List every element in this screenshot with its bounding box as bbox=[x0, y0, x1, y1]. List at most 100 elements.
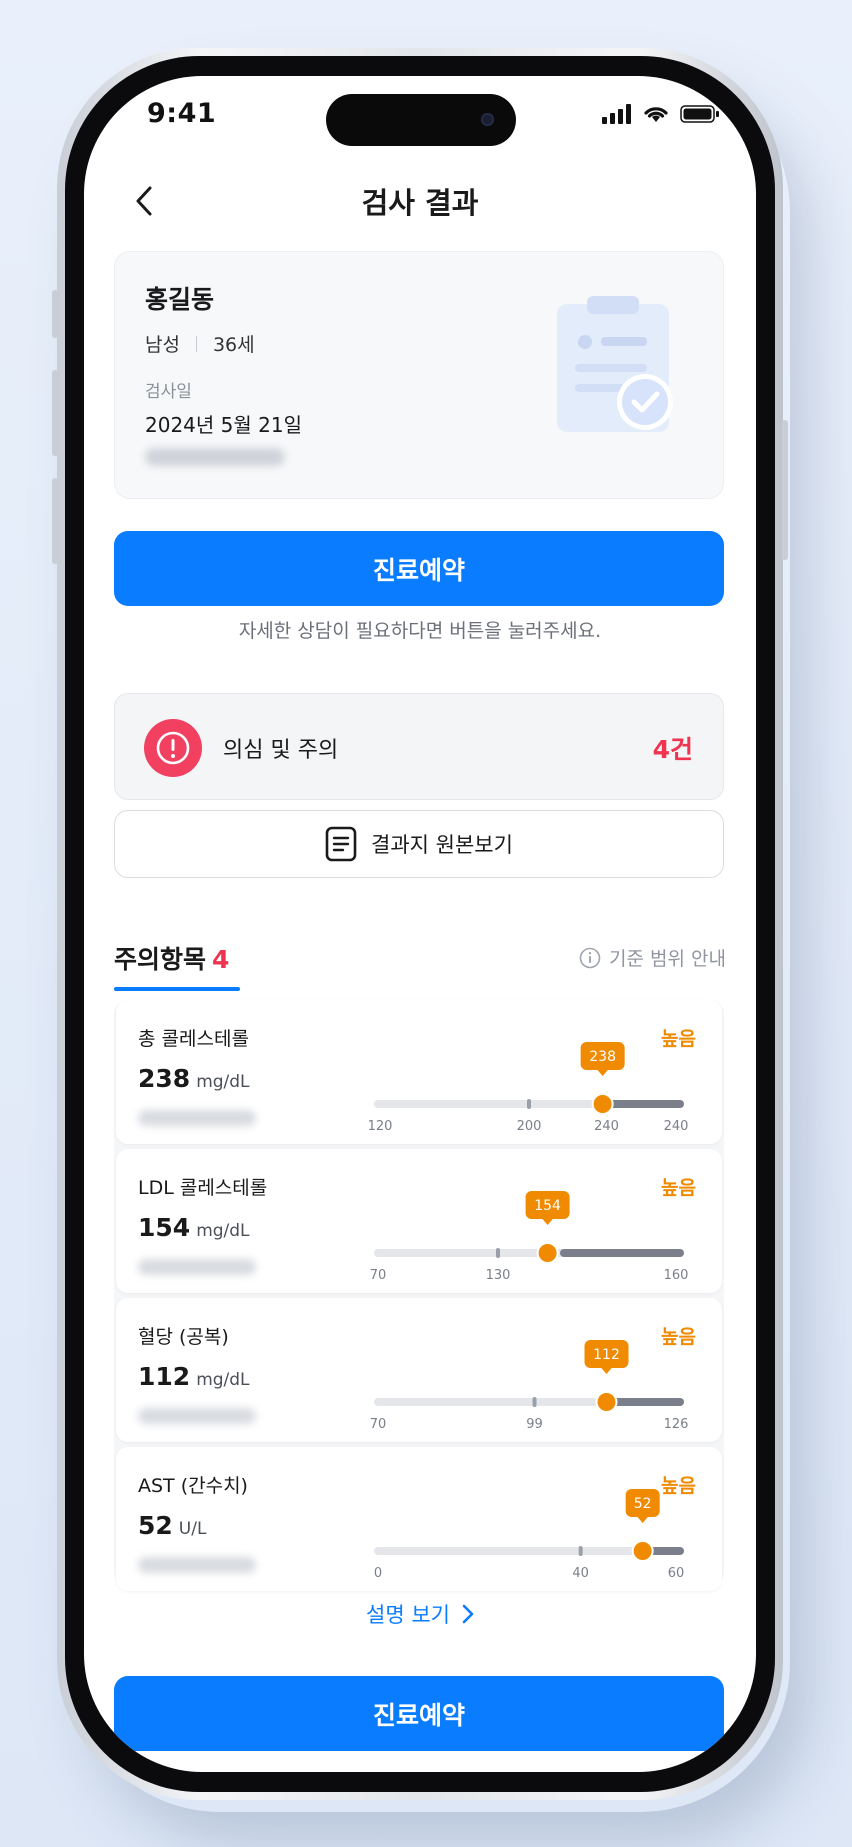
exam-date: 2024년 5월 21일 bbox=[145, 413, 302, 437]
signal-icon bbox=[602, 104, 631, 124]
range-guide-link[interactable]: 기준 범위 안내 bbox=[579, 944, 726, 971]
item-value: 112 mg/dL bbox=[138, 1362, 250, 1391]
patient-name: 홍길동 bbox=[145, 285, 215, 314]
item-name: AST (간수치) bbox=[138, 1475, 248, 1497]
result-item-ldl-cholesterol[interactable]: LDL 콜레스테롤 높음 154 mg/dL 154 70 130 160 bbox=[116, 1149, 722, 1293]
alert-icon bbox=[144, 719, 202, 777]
gauge-tick-label: 60 bbox=[668, 1566, 685, 1581]
gauge-marker-label: 112 bbox=[593, 1347, 620, 1363]
dynamic-island bbox=[326, 94, 516, 146]
gauge-tick-label: 40 bbox=[572, 1566, 589, 1581]
reference-range-redacted bbox=[138, 1557, 256, 1573]
gauge-marker-pointer bbox=[541, 1218, 554, 1225]
volume-up-button bbox=[52, 370, 58, 456]
section-count: 4 bbox=[212, 945, 230, 974]
item-value: 52 U/L bbox=[138, 1511, 206, 1540]
range-gauge: 154 70 130 160 bbox=[370, 1191, 689, 1283]
item-value-number: 112 bbox=[138, 1362, 191, 1391]
gauge-mid-tick bbox=[496, 1248, 500, 1258]
patient-meta: 남성 36세 bbox=[145, 330, 255, 357]
gauge-tick-label: 130 bbox=[486, 1268, 511, 1283]
clipboard-check-icon bbox=[557, 296, 673, 432]
status-time: 9:41 bbox=[147, 98, 217, 129]
meta-divider bbox=[195, 335, 197, 352]
gauge-high-zone bbox=[606, 1100, 684, 1108]
result-item-ast[interactable]: AST (간수치) 높음 52 U/L 52 0 40 60 bbox=[116, 1447, 722, 1591]
gauge-marker-pointer bbox=[636, 1516, 649, 1523]
item-unit: mg/dL bbox=[196, 1370, 250, 1390]
section-title: 주의항목 4 bbox=[114, 940, 229, 976]
gauge-marker-label: 154 bbox=[534, 1198, 561, 1214]
alert-count: 4건 bbox=[652, 735, 693, 764]
range-guide-label: 기준 범위 안내 bbox=[609, 948, 726, 970]
view-original-label: 결과지 원본보기 bbox=[371, 833, 513, 857]
gauge-tick-label: 70 bbox=[370, 1268, 387, 1283]
section-tab-indicator bbox=[114, 987, 240, 991]
gauge-mid-tick bbox=[532, 1397, 537, 1407]
hospital-name-redacted bbox=[145, 448, 285, 466]
wifi-icon bbox=[644, 107, 668, 122]
range-gauge: 238 120 200 240 240 bbox=[368, 1042, 689, 1134]
volume-down-button bbox=[52, 478, 58, 564]
reservation-hint: 자세한 상담이 필요하다면 버튼을 눌러주세요. bbox=[238, 620, 602, 642]
gauge-marker-dot bbox=[595, 1391, 618, 1413]
gauge-tick-label: 240 bbox=[664, 1119, 689, 1134]
gauge-marker-dot bbox=[591, 1093, 614, 1115]
gauge-tick-label: 0 bbox=[374, 1566, 382, 1581]
caution-list: 총 콜레스테롤 높음 238 mg/dL 238 120 200 240 240 LDL … bbox=[114, 1000, 724, 1591]
gauge-tick-label: 126 bbox=[664, 1417, 689, 1432]
item-unit: U/L bbox=[178, 1519, 207, 1539]
page-title: 검사 결과 bbox=[361, 186, 479, 220]
view-original-button[interactable]: 결과지 원본보기 bbox=[114, 810, 724, 878]
item-value-number: 52 bbox=[138, 1511, 173, 1540]
gauge-mid-tick bbox=[527, 1099, 531, 1109]
gauge-high-zone bbox=[606, 1398, 684, 1406]
phone-screen: 9:41 검사 결과 홍길동 남성 36세 검사일 2024년 5월 21일 진… bbox=[84, 76, 756, 1772]
see-explanation-link[interactable]: 설명 보기 bbox=[84, 1599, 756, 1629]
gauge-high-zone bbox=[560, 1249, 684, 1257]
item-value-number: 154 bbox=[138, 1213, 191, 1242]
patient-age: 36세 bbox=[212, 334, 255, 356]
see-explanation-label: 설명 보기 bbox=[366, 1603, 450, 1627]
range-gauge: 112 70 99 126 bbox=[370, 1340, 689, 1432]
item-value: 238 mg/dL bbox=[138, 1064, 250, 1093]
gauge-marker-pointer bbox=[596, 1069, 609, 1076]
item-unit: mg/dL bbox=[196, 1221, 250, 1241]
gauge-tick-label: 200 bbox=[517, 1119, 542, 1134]
item-name: 혈당 (공복) bbox=[138, 1326, 229, 1348]
chevron-right-icon bbox=[462, 1604, 474, 1624]
item-value: 154 mg/dL bbox=[138, 1213, 250, 1242]
gauge-marker-pointer bbox=[600, 1367, 613, 1374]
info-icon bbox=[579, 947, 601, 968]
gauge-marker-dot bbox=[536, 1242, 559, 1264]
battery-icon bbox=[680, 105, 719, 123]
gauge-tick-label: 120 bbox=[368, 1119, 393, 1134]
power-button bbox=[782, 420, 788, 560]
gauge-tick-label: 160 bbox=[664, 1268, 689, 1283]
reservation-button[interactable]: 진료예약 bbox=[114, 531, 724, 606]
gauge-tick-label: 240 bbox=[594, 1119, 619, 1134]
section-title-text: 주의항목 bbox=[114, 945, 207, 974]
status-icons bbox=[602, 104, 720, 124]
item-name: LDL 콜레스테롤 bbox=[138, 1177, 268, 1199]
gauge-marker-label: 52 bbox=[634, 1496, 652, 1512]
gauge-tick-label: 99 bbox=[526, 1417, 543, 1432]
result-item-fasting-glucose[interactable]: 혈당 (공복) 높음 112 mg/dL 112 70 99 126 bbox=[116, 1298, 722, 1442]
alert-summary-card[interactable]: 의심 및 주의 4건 bbox=[114, 693, 724, 800]
gauge-marker-dot bbox=[631, 1540, 654, 1562]
item-value-number: 238 bbox=[138, 1064, 191, 1093]
item-unit: mg/dL bbox=[196, 1072, 250, 1092]
gauge-mid-tick bbox=[578, 1546, 583, 1556]
reference-range-redacted bbox=[138, 1110, 256, 1126]
range-gauge: 52 0 40 60 bbox=[374, 1489, 685, 1581]
reference-range-redacted bbox=[138, 1408, 256, 1424]
result-item-total-cholesterol[interactable]: 총 콜레스테롤 높음 238 mg/dL 238 120 200 240 240 bbox=[116, 1000, 722, 1144]
gauge-tick-label: 70 bbox=[370, 1417, 387, 1432]
action-button bbox=[52, 290, 58, 338]
item-name: 총 콜레스테롤 bbox=[138, 1028, 249, 1050]
document-icon bbox=[325, 826, 357, 862]
bottom-reservation-button[interactable]: 진료예약 bbox=[114, 1676, 724, 1751]
exclamation-circle-icon bbox=[156, 731, 190, 765]
front-camera bbox=[481, 113, 494, 126]
gauge-marker-label: 238 bbox=[589, 1049, 616, 1065]
